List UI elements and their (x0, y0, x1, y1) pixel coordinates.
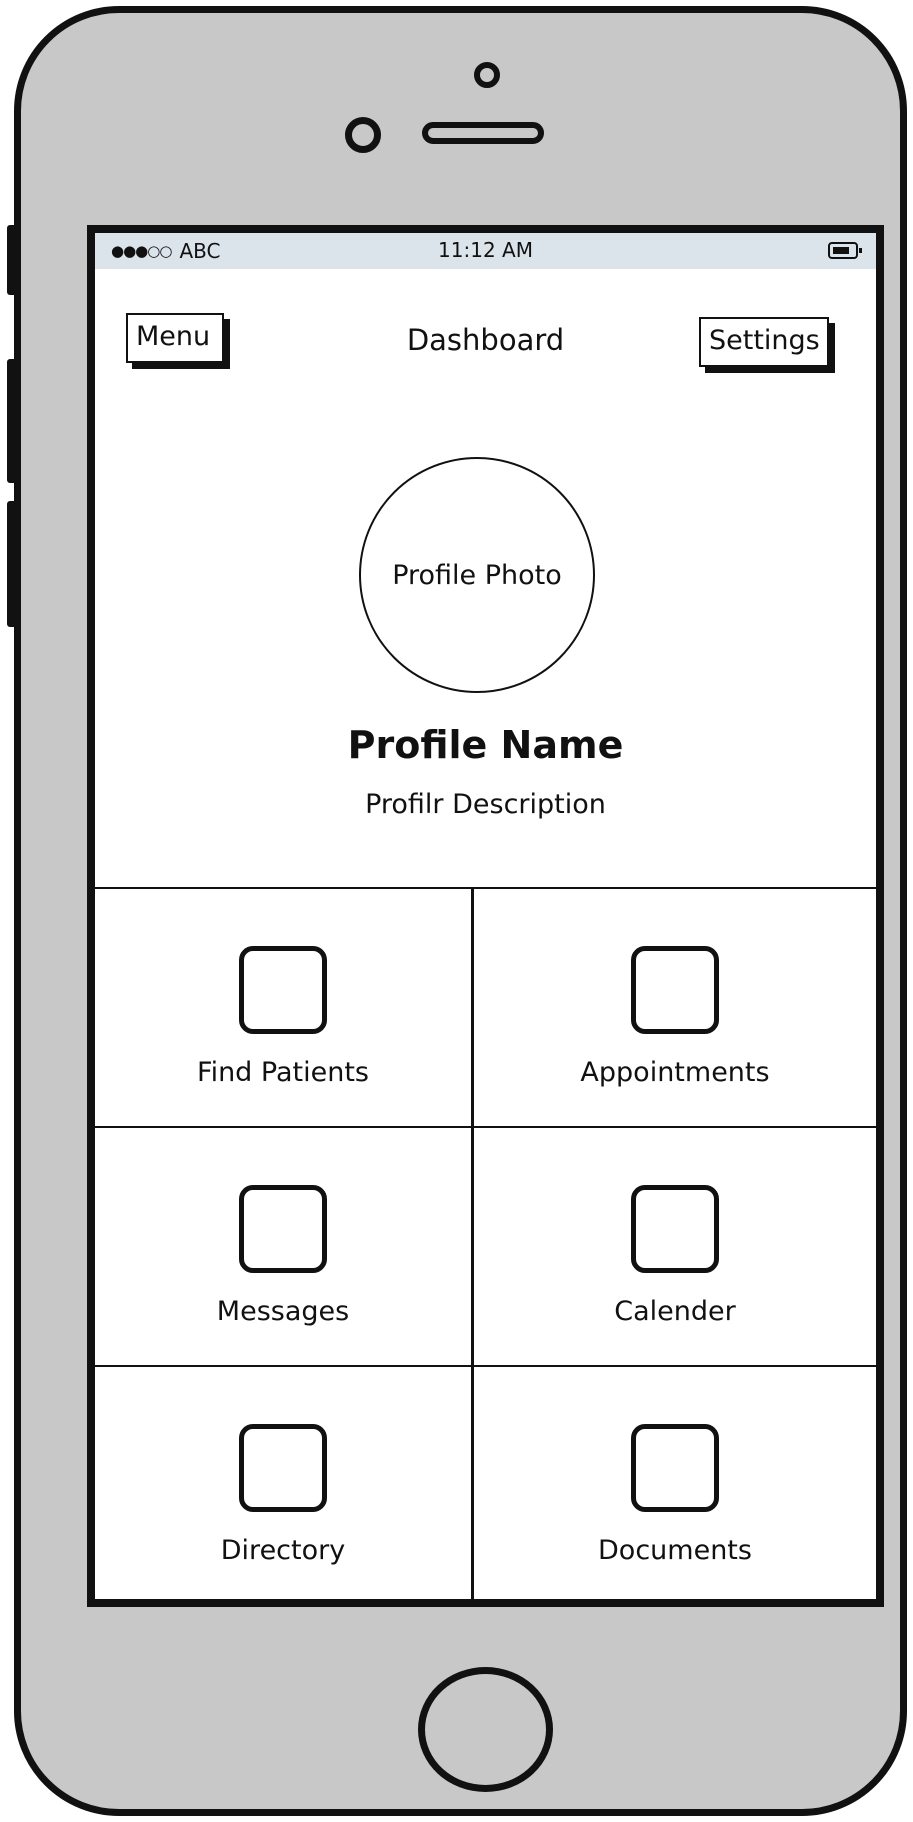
tile-messages[interactable]: Messages (95, 1128, 474, 1367)
battery-icon (828, 242, 862, 259)
tile-directory[interactable]: Directory (95, 1367, 474, 1599)
home-button[interactable] (418, 1667, 553, 1792)
dashboard-grid: Find Patients Appointments Messages Cale… (95, 887, 876, 1599)
screen: ●●●○○ ABC 11:12 AM Menu Dashboard Settin… (87, 225, 884, 1607)
tile-label: Appointments (580, 1057, 770, 1088)
mute-switch (7, 225, 21, 295)
volume-up-button (7, 359, 21, 483)
tile-label: Documents (598, 1535, 752, 1566)
tile-label: Find Patients (197, 1057, 369, 1088)
phone-frame: ●●●○○ ABC 11:12 AM Menu Dashboard Settin… (7, 6, 907, 1816)
profile-description: Profilr Description (365, 789, 606, 820)
proximity-sensor (345, 117, 381, 153)
profile-photo-label: Profile Photo (392, 559, 562, 591)
tile-appointments[interactable]: Appointments (474, 889, 876, 1128)
tile-calender[interactable]: Calender (474, 1128, 876, 1367)
tile-find-patients[interactable]: Find Patients (95, 889, 474, 1128)
status-bar: ●●●○○ ABC 11:12 AM (95, 233, 876, 269)
square-icon (631, 946, 719, 1034)
status-time: 11:12 AM (438, 238, 533, 262)
volume-down-button (7, 501, 21, 627)
earpiece-speaker (422, 122, 544, 144)
profile-photo[interactable]: Profile Photo (359, 457, 595, 693)
tile-label: Messages (216, 1296, 350, 1327)
settings-button[interactable]: Settings (699, 317, 829, 367)
front-camera (474, 62, 500, 88)
square-icon (239, 1424, 327, 1512)
square-icon (239, 1185, 327, 1273)
profile-name: Profile Name (347, 723, 624, 767)
square-icon (631, 1424, 719, 1512)
tile-documents[interactable]: Documents (474, 1367, 876, 1599)
tile-label: Directory (220, 1535, 346, 1566)
square-icon (631, 1185, 719, 1273)
tile-label: Calender (614, 1296, 736, 1327)
square-icon (239, 946, 327, 1034)
